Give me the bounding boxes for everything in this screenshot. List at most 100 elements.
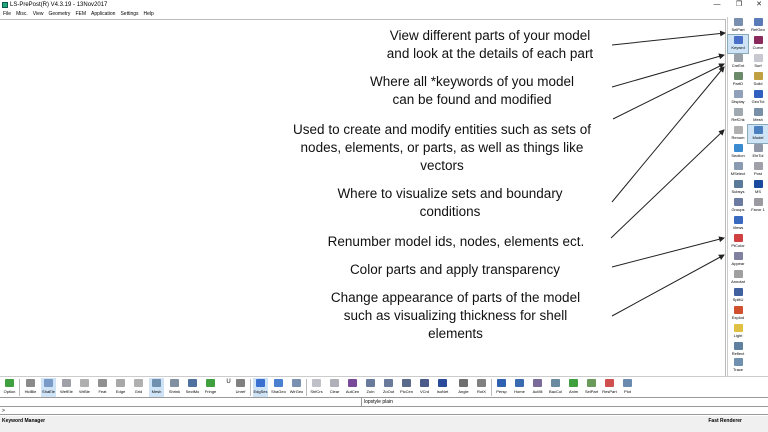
feature-button[interactable]: Feat — [95, 378, 110, 397]
section-mode-button[interactable]: SectMo — [185, 378, 200, 397]
menu-help[interactable]: Help — [144, 10, 154, 18]
grid-button[interactable]: Grid — [131, 378, 146, 397]
element-tools-icon — [754, 144, 763, 152]
refchk-button[interactable]: RefChk — [728, 107, 748, 125]
status-right: Fast Renderer — [708, 418, 742, 424]
isometric-button[interactable]: IsoNet — [435, 378, 450, 397]
maximize-button[interactable]: ❐ — [732, 0, 746, 10]
ms-button[interactable]: MS — [748, 179, 768, 197]
zoom-out-button[interactable]: ZoOut — [381, 378, 396, 397]
command-input[interactable]: > — [0, 407, 768, 415]
renumber-button[interactable]: Renum — [728, 125, 748, 143]
pick-center-button[interactable]: PicCen — [399, 378, 414, 397]
menu-geometry[interactable]: Geometry — [48, 10, 70, 18]
geotol-button[interactable]: GeoTol — [748, 89, 768, 107]
unref-icon — [236, 379, 245, 387]
shrink-button[interactable]: Shrink — [167, 378, 182, 397]
grid-icon — [134, 379, 143, 387]
reset-part-button[interactable]: ResPart — [602, 378, 617, 397]
u-button[interactable]: U — [221, 378, 231, 397]
angle-icon — [459, 379, 468, 387]
selpart-button[interactable]: SelPart — [728, 17, 748, 35]
option-button[interactable]: Option — [2, 378, 17, 397]
display-button[interactable]: Display — [728, 89, 748, 107]
wireframe-element-button[interactable]: WefEle — [59, 378, 74, 397]
menu-file[interactable]: File — [3, 10, 11, 18]
close-button[interactable]: ✕ — [752, 0, 766, 10]
home-button[interactable]: Home — [512, 378, 527, 397]
wire-button[interactable]: WrBle — [77, 378, 92, 397]
trace-button[interactable]: Trace — [728, 357, 748, 375]
shade-button[interactable]: ShaEle — [41, 378, 56, 397]
surface-button[interactable]: Surf — [748, 53, 768, 71]
shade-geo-button[interactable]: ShaGeo — [271, 378, 286, 397]
section-icon — [734, 144, 743, 152]
annotate-button[interactable]: Annotat — [728, 269, 748, 287]
hidden-icon — [26, 379, 35, 387]
explode-button[interactable]: Explod — [728, 305, 748, 323]
views-icon — [734, 216, 743, 224]
section-button[interactable]: Section — [728, 143, 748, 161]
bottom-toolbar: Option HidBle ShaEle WefEle WrBle Feat E… — [0, 376, 768, 397]
favorite-button[interactable]: Favor 1 — [748, 197, 768, 215]
hidden-button[interactable]: HidBle — [23, 378, 38, 397]
background-color-button[interactable]: BacCol — [548, 378, 563, 397]
menu-settings[interactable]: Settings — [120, 10, 138, 18]
rotate-button[interactable]: RotX — [474, 378, 489, 397]
graphics-viewport[interactable]: View different parts of your model and l… — [0, 19, 726, 376]
animate-button[interactable]: Anim — [566, 378, 581, 397]
solid-button[interactable]: Solid — [748, 71, 768, 89]
angle-button[interactable]: Angle — [456, 378, 471, 397]
menu-view[interactable]: View — [33, 10, 44, 18]
groups-button[interactable]: Groups — [728, 197, 748, 215]
mesh-button[interactable]: Mesh — [149, 378, 164, 397]
part-data-button[interactable]: PartD — [728, 71, 748, 89]
edge-icon — [116, 379, 125, 387]
wire-geo-button[interactable]: WirGeo — [289, 378, 304, 397]
select-part-button[interactable]: SelPart — [584, 378, 599, 397]
edge-sets-icon — [256, 379, 265, 387]
auto-center-button[interactable]: AutCen — [345, 378, 360, 397]
clear-button[interactable]: Clear — [327, 378, 342, 397]
menu-fem[interactable]: FEM — [75, 10, 86, 18]
create-entity-button[interactable]: CreEnt — [728, 53, 748, 71]
perspective-icon — [497, 379, 506, 387]
light-button[interactable]: Light — [728, 323, 748, 341]
part-color-button[interactable]: PtColor — [728, 233, 748, 251]
plot-button[interactable]: Plot — [620, 378, 635, 397]
fringe-button[interactable]: Fringe — [203, 378, 218, 397]
model-select-icon — [734, 162, 743, 170]
auto-center-icon — [348, 379, 357, 387]
model-select-button[interactable]: MSelect — [728, 161, 748, 179]
element-tools-button[interactable]: EleTol — [748, 143, 768, 161]
refgeo-button[interactable]: RefGeo — [748, 17, 768, 35]
views-button[interactable]: Views — [728, 215, 748, 233]
mesh-tool-button[interactable]: Mesh — [748, 107, 768, 125]
split-button[interactable]: SplitU — [728, 287, 748, 305]
shift-cross-icon — [312, 379, 321, 387]
app-logo-icon — [2, 2, 8, 8]
post-button[interactable]: Post — [748, 161, 768, 179]
minimize-button[interactable]: — — [710, 0, 724, 10]
model-button[interactable]: Model — [747, 124, 768, 144]
menu-application[interactable]: Application — [91, 10, 115, 18]
mesh-icon — [152, 379, 161, 387]
zoom-in-button[interactable]: ZoIn — [363, 378, 378, 397]
menu-misc[interactable]: Misc. — [16, 10, 28, 18]
shift-cross-button[interactable]: ShfCrs — [309, 378, 324, 397]
command-output-row: lopstyle plain — [0, 397, 768, 407]
view-coord-button[interactable]: VCrd — [417, 378, 432, 397]
subsystem-button[interactable]: Subsys — [728, 179, 748, 197]
edge-button[interactable]: Edge — [113, 378, 128, 397]
edge-sets-button[interactable]: EdgSes — [253, 378, 268, 397]
unref-button[interactable]: Unref — [233, 378, 248, 397]
keyword-button[interactable]: Keywrd — [727, 34, 749, 54]
curve-icon — [754, 36, 763, 44]
part-color-icon — [734, 234, 743, 242]
appearance-button[interactable]: Appear — [728, 251, 748, 269]
curve-button[interactable]: Curve — [748, 35, 768, 53]
acmll-button[interactable]: AcMll — [530, 378, 545, 397]
perspective-button[interactable]: Persp — [494, 378, 509, 397]
post-icon — [754, 162, 763, 170]
annotation-appearance: Change appearance of parts of the model … — [330, 290, 581, 341]
